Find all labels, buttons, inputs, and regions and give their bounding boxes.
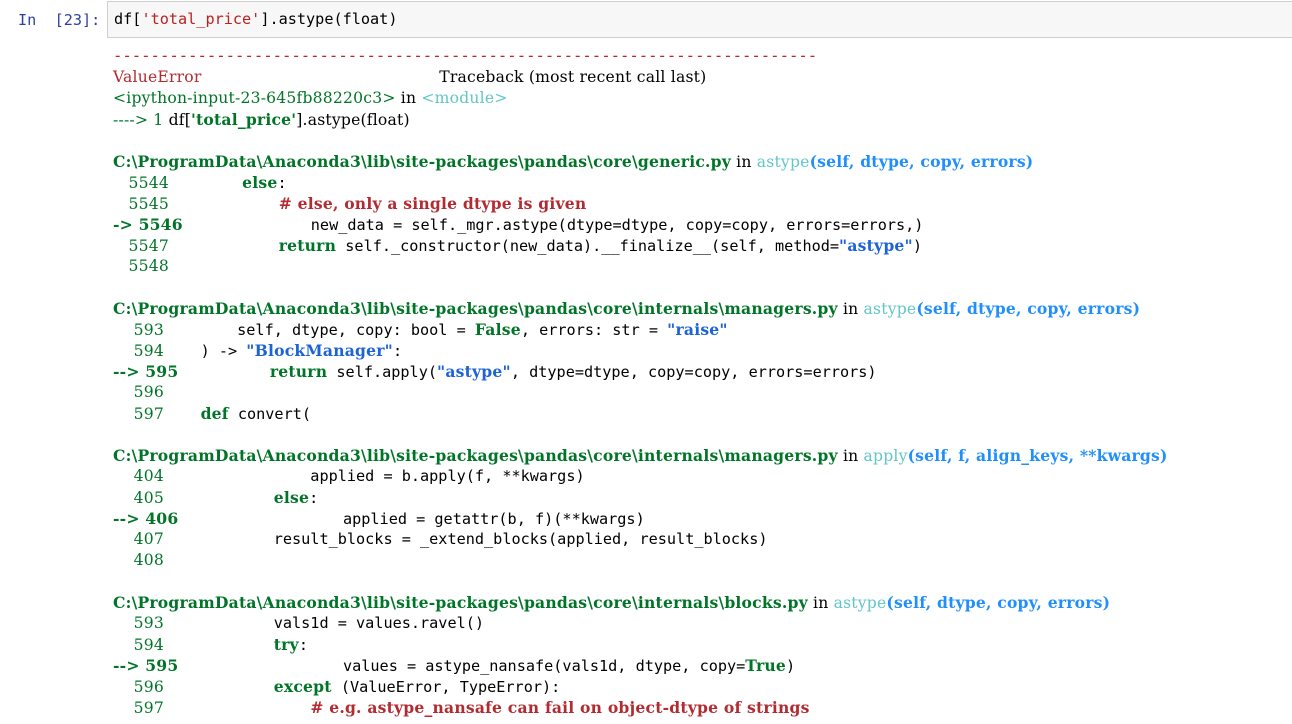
code-line: 404 applied = b.apply(f, **kwargs)	[113, 467, 585, 485]
line-number: 404	[113, 467, 164, 485]
code-line: 597 def convert(	[113, 404, 312, 423]
line-number: 5548	[113, 257, 169, 275]
code-line: 594 try:	[113, 635, 308, 654]
code-line: 5547 return self._constructor(new_data).…	[113, 236, 923, 255]
code-line: 596	[113, 382, 1288, 403]
line-number: 596	[113, 383, 164, 401]
line-number: --> 595	[113, 656, 179, 675]
frame-header: C:\ProgramData\Anaconda3\lib\site-packag…	[113, 593, 1111, 612]
cell-code[interactable]: df['total_price'].astype(float)	[114, 9, 397, 30]
code-line: -> 5546 new_data = self._mgr.astype(dtyp…	[113, 215, 924, 234]
frame-file-path: C:\ProgramData\Anaconda3\lib\site-packag…	[113, 152, 732, 171]
frame-function: astype	[833, 594, 887, 612]
code-line: 5545 # else, only a single dtype is give…	[113, 194, 587, 213]
line-number: 597	[113, 699, 164, 717]
error-type: ValueError	[113, 68, 202, 86]
frame-file-path: C:\ProgramData\Anaconda3\lib\site-packag…	[113, 593, 808, 612]
frame-file-path: C:\ProgramData\Anaconda3\lib\site-packag…	[113, 299, 838, 318]
traceback-arrow-line: ----> 1 df['total_price'].astype(float)	[113, 110, 410, 129]
line-number: 593	[113, 321, 164, 339]
line-number: 5547	[113, 237, 169, 255]
traceback-label: Traceback (most recent call last)	[439, 68, 707, 86]
code-line: 407 result_blocks = _extend_blocks(appli…	[113, 530, 768, 548]
frame-function: apply	[863, 447, 908, 465]
line-number: 407	[113, 530, 164, 548]
line-number: --> 406	[113, 509, 179, 528]
line-number: 594	[113, 636, 164, 654]
line-number: 5544	[113, 174, 169, 192]
frame-header: C:\ProgramData\Anaconda3\lib\site-packag…	[113, 299, 1141, 318]
traceback-output: ----------------------------------------…	[113, 46, 1288, 718]
frame-args: (self, f, align_keys, **kwargs)	[907, 446, 1168, 465]
line-number: 593	[113, 614, 164, 632]
frame-args: (self, dtype, copy, errors)	[809, 152, 1034, 171]
code-line: 593 vals1d = values.ravel()	[113, 614, 485, 632]
traceback-separator: ----------------------------------------…	[113, 47, 818, 65]
line-number: 594	[113, 342, 164, 360]
frame-file-path: C:\ProgramData\Anaconda3\lib\site-packag…	[113, 446, 838, 465]
line-number: 405	[113, 489, 164, 507]
code-line: 5548	[113, 256, 1288, 277]
code-line: 405 else:	[113, 488, 319, 507]
code-line: --> 595 return self.apply("astype", dtyp…	[113, 362, 877, 381]
line-number: 596	[113, 678, 164, 696]
frame-function: astype	[863, 300, 917, 318]
traceback-input-line: <ipython-input-23-645fb88220c3> in <modu…	[113, 89, 508, 107]
frame-args: (self, dtype, copy, errors)	[886, 593, 1111, 612]
frame-header: C:\ProgramData\Anaconda3\lib\site-packag…	[113, 152, 1034, 171]
cell-prompt: In [23]:	[18, 11, 101, 29]
traceback-frames: C:\ProgramData\Anaconda3\lib\site-packag…	[113, 130, 1288, 718]
code-line: 408	[113, 550, 1288, 571]
code-line: 596 except (ValueError, TypeError):	[113, 677, 561, 696]
line-number: 597	[113, 405, 164, 423]
frame-args: (self, dtype, copy, errors)	[916, 299, 1141, 318]
line-number: 408	[113, 551, 164, 569]
code-line: --> 595 values = astype_nansafe(vals1d, …	[113, 656, 796, 675]
traceback-header: ValueError Traceback (most recent call l…	[113, 67, 1288, 88]
frame-function: astype	[756, 153, 810, 171]
code-line: 5544 else:	[113, 173, 287, 192]
line-number: 5545	[113, 195, 169, 213]
code-line: 597 # e.g. astype_nansafe can fail on ob…	[113, 698, 810, 717]
code-line: 594 ) -> "BlockManager":	[113, 341, 403, 360]
frame-header: C:\ProgramData\Anaconda3\lib\site-packag…	[113, 446, 1168, 465]
line-number: -> 5546	[113, 215, 183, 234]
code-line: 593 self, dtype, copy: bool = False, err…	[113, 320, 728, 339]
line-number: --> 595	[113, 362, 179, 381]
code-line: --> 406 applied = getattr(b, f)(**kwargs…	[113, 509, 645, 528]
